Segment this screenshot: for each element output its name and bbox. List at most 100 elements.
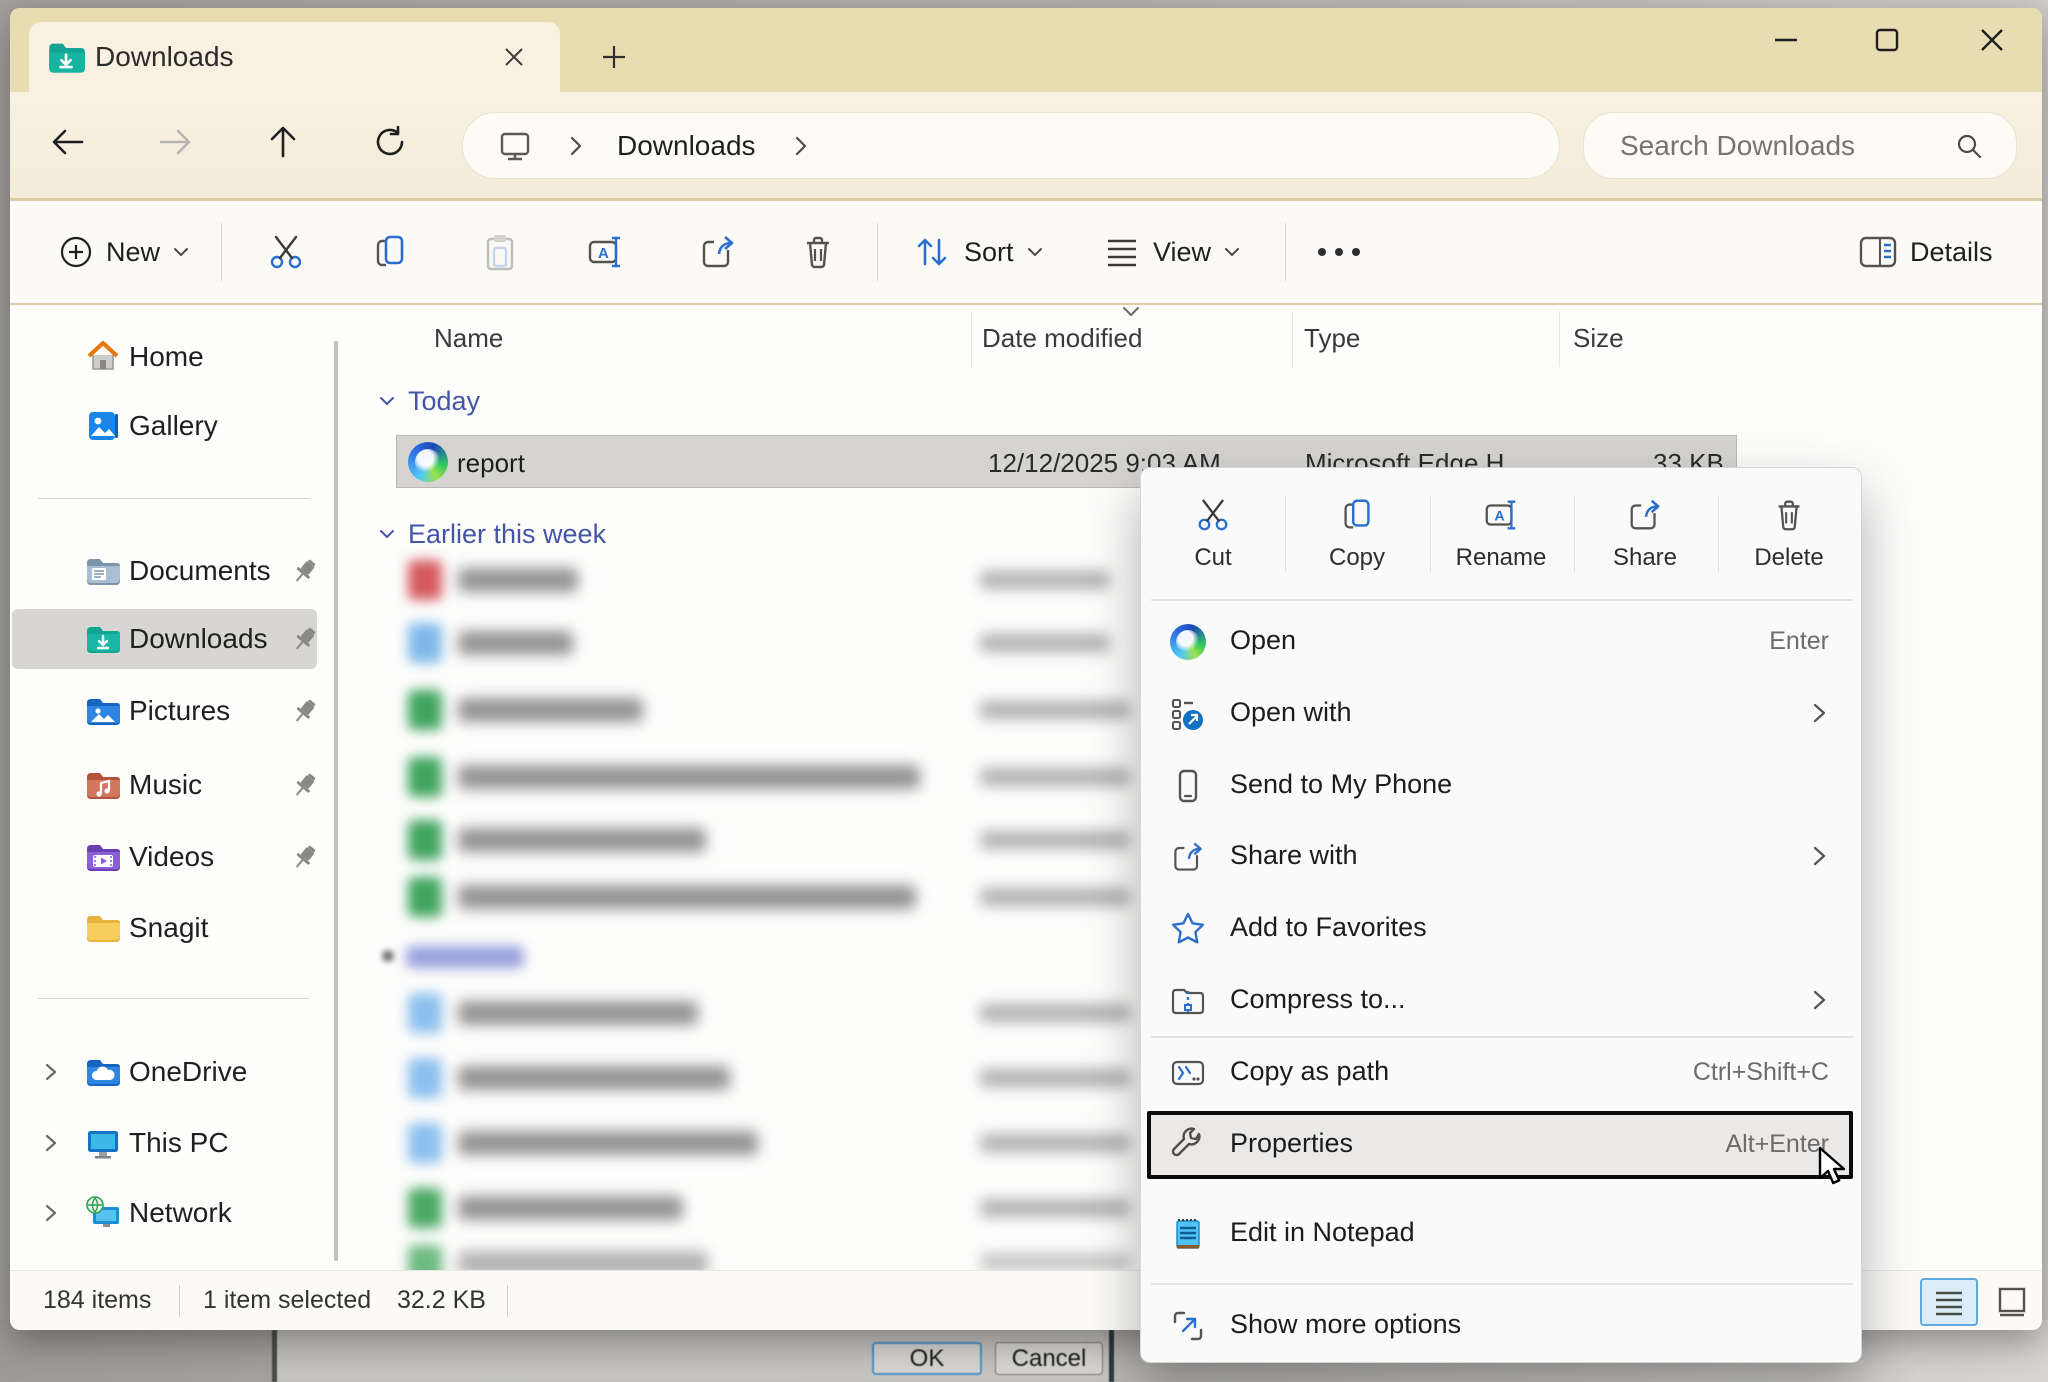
new-button[interactable]: New [48, 215, 200, 289]
cancel-button[interactable]: Cancel [995, 1342, 1103, 1375]
notepad-icon [1170, 1216, 1206, 1252]
thumbnail-view-toggle[interactable] [1986, 1278, 2038, 1326]
rename-button[interactable]: A Rename [1429, 468, 1573, 599]
close-button[interactable] [1960, 14, 2024, 66]
group-header-blurred[interactable] [406, 946, 524, 968]
copy-button[interactable] [360, 215, 420, 289]
sidebar-scrollbar[interactable] [334, 341, 338, 1261]
search-input[interactable]: Search Downloads [1583, 112, 2017, 179]
menu-item-share-with[interactable]: Share with [1141, 822, 1863, 893]
delete-button[interactable]: Delete [1717, 468, 1861, 599]
excel-file-icon[interactable] [408, 877, 442, 917]
sidebar-item-snagit[interactable]: Snagit [12, 898, 317, 958]
documents-folder-icon [85, 553, 121, 589]
divider [1151, 599, 1853, 601]
ok-button[interactable]: OK [872, 1342, 982, 1375]
share-icon [1626, 496, 1664, 534]
word-file-icon[interactable] [408, 623, 442, 663]
menu-item-edit-in-notepad[interactable]: Edit in Notepad [1141, 1199, 1863, 1270]
divider[interactable] [971, 311, 972, 367]
divider[interactable] [1292, 311, 1293, 367]
new-tab-button[interactable] [587, 30, 641, 84]
cut-icon [266, 232, 306, 272]
column-date-modified[interactable]: Date modified [982, 323, 1142, 354]
share-button[interactable]: Share [1573, 468, 1717, 599]
pdf-file-icon[interactable] [408, 560, 442, 600]
tab-downloads[interactable]: Downloads [29, 22, 560, 92]
chevron-right-icon [1807, 988, 1831, 1012]
tab-close-icon[interactable] [496, 39, 532, 75]
column-name[interactable]: Name [434, 323, 503, 354]
excel-file-icon[interactable] [408, 1245, 442, 1270]
chevron-right-icon [40, 1132, 62, 1154]
sidebar-item-onedrive[interactable]: OneDrive [12, 1042, 317, 1102]
more-options-button[interactable] [1306, 215, 1372, 289]
trash-icon [798, 232, 838, 272]
star-icon [1170, 911, 1206, 947]
rename-button[interactable]: A [575, 215, 635, 289]
group-collapse-icon[interactable] [378, 525, 396, 543]
sidebar-item-videos[interactable]: Videos [12, 827, 317, 887]
sidebar-item-downloads[interactable]: Downloads [12, 609, 317, 669]
share-button[interactable] [688, 215, 748, 289]
delete-button[interactable] [788, 215, 848, 289]
menu-item-properties[interactable]: Properties Alt+Enter [1141, 1110, 1863, 1181]
excel-file-icon[interactable] [408, 820, 442, 860]
excel-file-icon[interactable] [408, 757, 442, 797]
details-pane-button[interactable]: Details [1848, 215, 2003, 289]
forward-icon[interactable] [143, 110, 207, 174]
cut-button[interactable]: Cut [1141, 468, 1285, 599]
thumbnail-view-icon [1996, 1286, 2028, 1318]
pin-icon [290, 696, 320, 726]
divider [507, 1285, 508, 1317]
context-menu-action-bar: Cut Copy A Rename Share Delete [1141, 468, 1861, 599]
menu-item-copy-as-path[interactable]: Copy as path Ctrl+Shift+C [1141, 1038, 1863, 1109]
sidebar-item-pictures[interactable]: Pictures [12, 681, 317, 741]
maximize-button[interactable] [1855, 14, 1919, 66]
sort-descending-chevron-icon [1120, 305, 1142, 319]
breadcrumb-chevron-icon[interactable] [792, 135, 810, 157]
column-size[interactable]: Size [1573, 323, 1624, 354]
word-file-icon[interactable] [408, 993, 442, 1033]
column-type[interactable]: Type [1304, 323, 1360, 354]
back-icon[interactable] [36, 110, 100, 174]
menu-item-send-to-my-phone[interactable]: Send to My Phone [1141, 751, 1863, 822]
paste-button[interactable] [470, 215, 530, 289]
word-file-icon[interactable] [408, 1123, 442, 1163]
details-view-toggle[interactable] [1920, 1278, 1978, 1326]
sidebar-item-this-pc[interactable]: This PC [12, 1113, 317, 1173]
minimize-button[interactable] [1754, 14, 1818, 66]
group-collapse-icon[interactable] [378, 392, 396, 410]
menu-item-open-with[interactable]: Open with [1141, 679, 1863, 750]
menu-item-open[interactable]: Open Enter [1141, 607, 1863, 678]
sidebar-item-network[interactable]: Network [12, 1183, 317, 1243]
group-header-earlier-this-week[interactable]: Earlier this week [408, 519, 606, 550]
refresh-icon[interactable] [358, 110, 422, 174]
excel-file-icon[interactable] [408, 690, 442, 730]
sidebar-item-music[interactable]: Music [12, 755, 317, 815]
breadcrumb-chevron-icon [567, 135, 585, 157]
menu-item-show-more-options[interactable]: Show more options [1141, 1291, 1863, 1362]
cut-button[interactable] [256, 215, 316, 289]
address-bar[interactable]: Downloads [462, 112, 1560, 179]
sort-button[interactable]: Sort [902, 215, 1054, 289]
breadcrumb[interactable]: Downloads [617, 130, 756, 162]
network-icon [85, 1195, 121, 1231]
menu-item-compress-to[interactable]: Compress to... [1141, 966, 1863, 1037]
group-header-today[interactable]: Today [408, 386, 480, 417]
search-icon[interactable] [1954, 131, 1984, 161]
gallery-icon [85, 408, 121, 444]
divider[interactable] [1559, 311, 1560, 367]
up-icon[interactable] [251, 110, 315, 174]
excel-file-icon[interactable] [408, 1188, 442, 1228]
view-button[interactable]: View [1093, 215, 1251, 289]
svg-text:A: A [598, 245, 609, 262]
copy-button[interactable]: Copy [1285, 468, 1429, 599]
sidebar-item-documents[interactable]: Documents [12, 541, 317, 601]
sidebar-item-gallery[interactable]: Gallery [12, 396, 317, 456]
word-file-icon[interactable] [408, 1058, 442, 1098]
divider [38, 498, 310, 499]
trash-icon [1770, 496, 1808, 534]
menu-item-add-to-favorites[interactable]: Add to Favorites [1141, 894, 1863, 965]
sidebar-item-home[interactable]: Home [12, 327, 317, 387]
